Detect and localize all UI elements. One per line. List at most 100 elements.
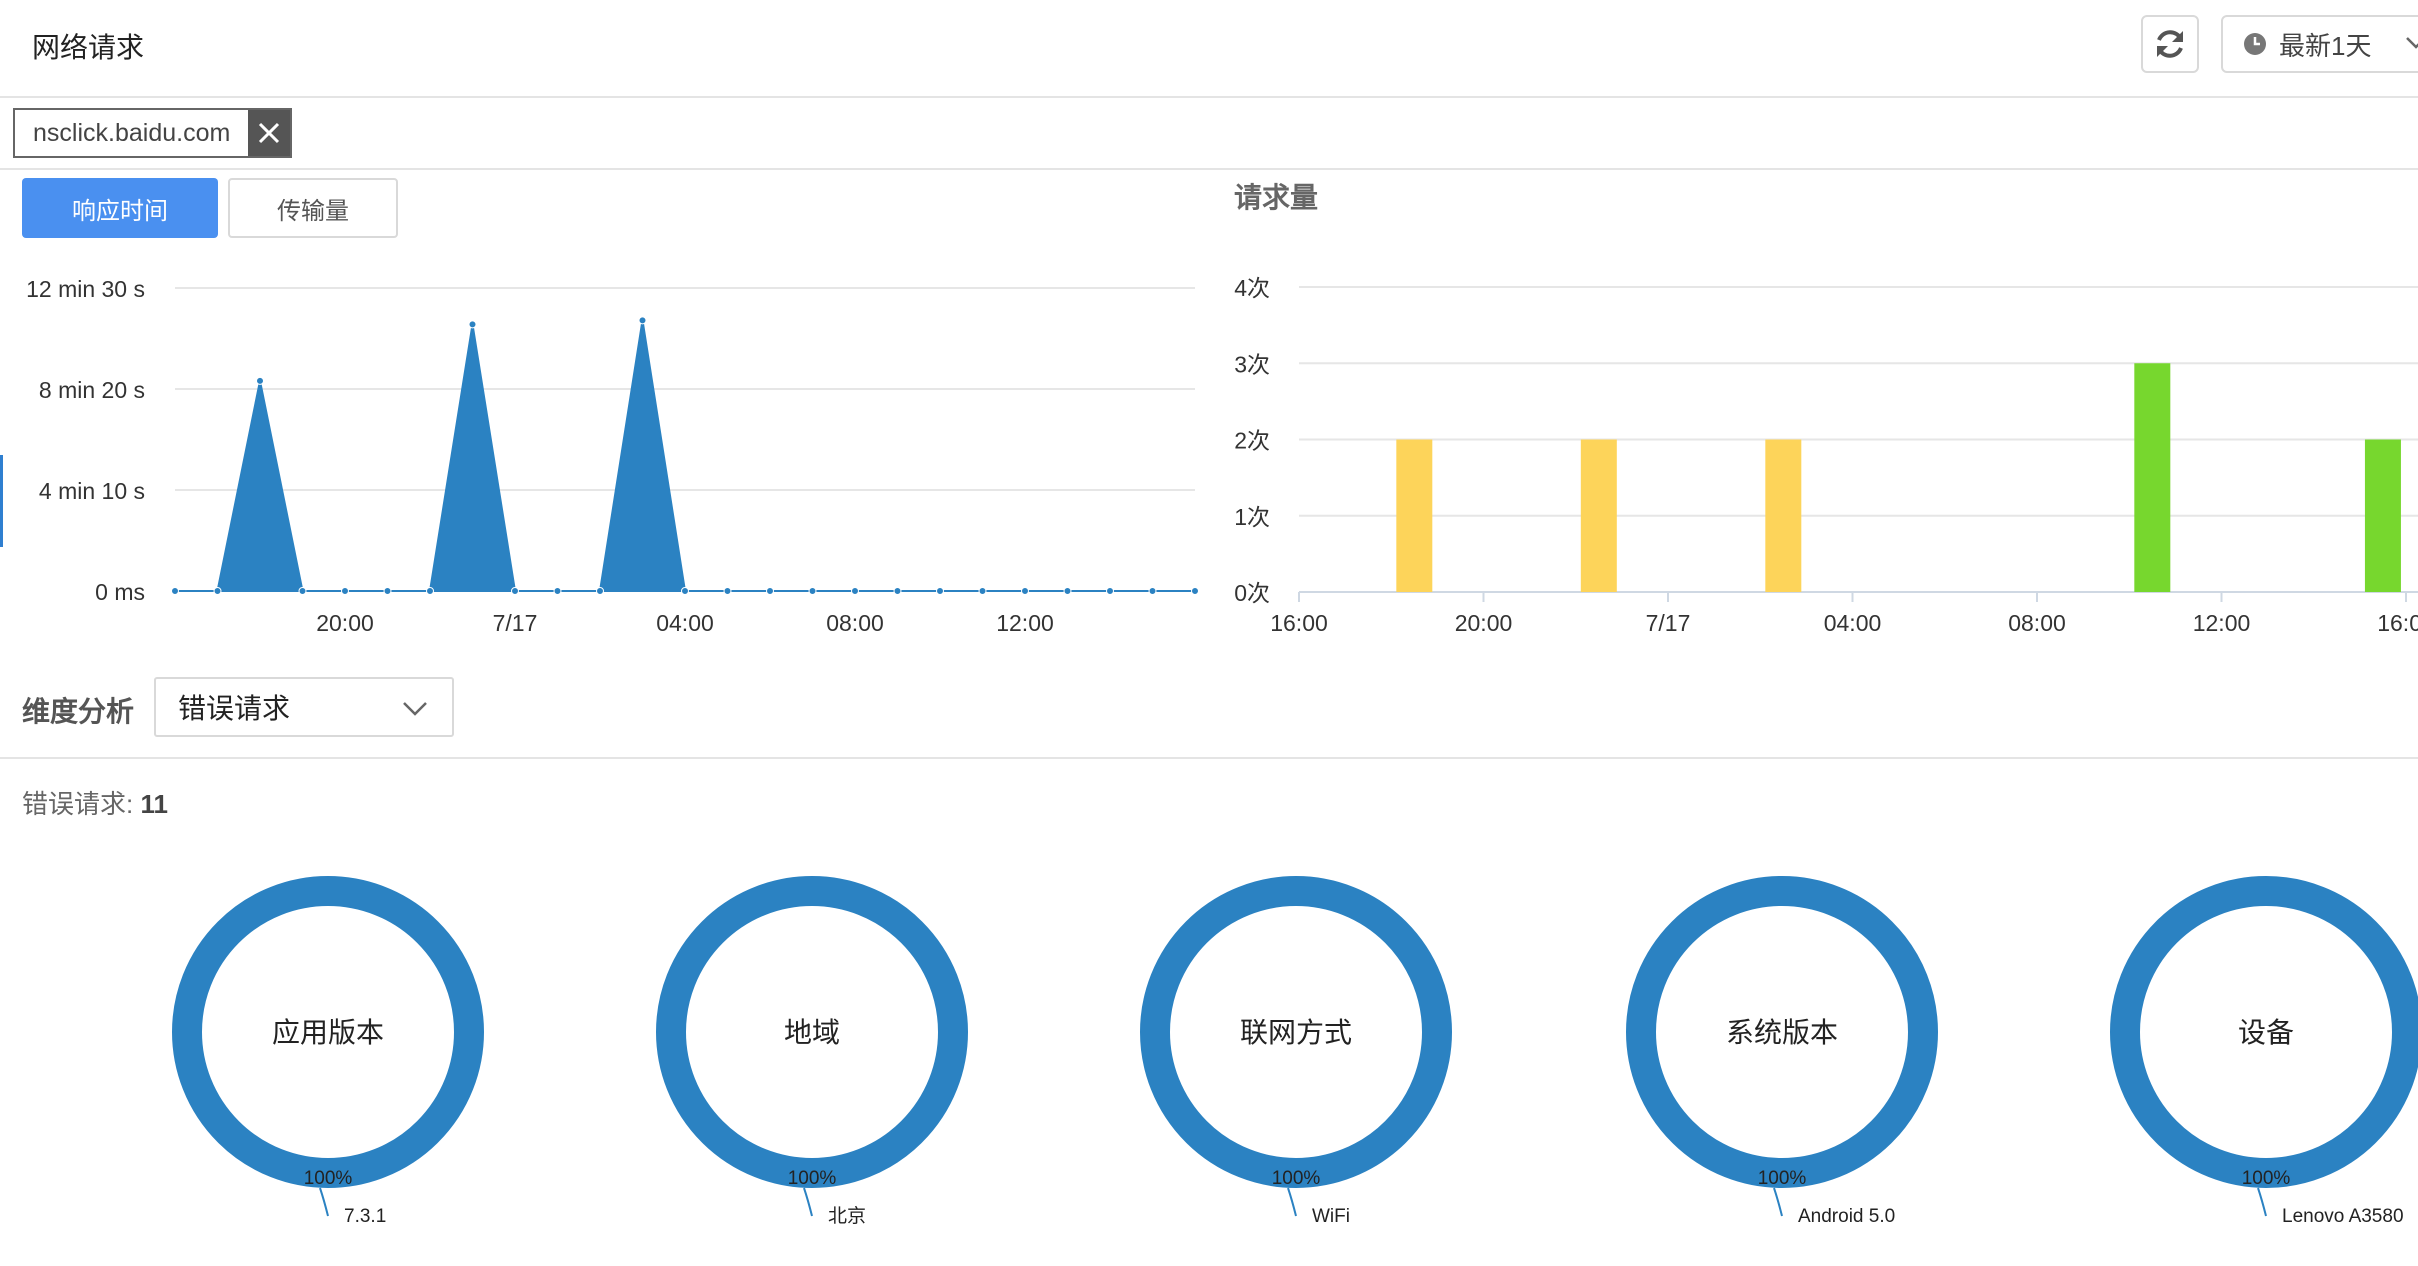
donut-percent-label: 100% <box>304 1168 353 1189</box>
data-point <box>256 376 264 385</box>
y-tick-label: 8 min 20 s <box>39 377 145 403</box>
data-point <box>766 587 774 595</box>
bar <box>1765 439 1802 592</box>
y-tick-label: 2次 <box>1234 428 1270 454</box>
donut-slice-name: Lenovo A3580 <box>2282 1206 2404 1227</box>
label-leader-line <box>2257 1187 2267 1217</box>
donut-slice-name: 7.3.1 <box>344 1206 386 1227</box>
dimension-label: 维度分析 <box>22 696 135 727</box>
dimension-select-value: 错误请求 <box>178 693 291 724</box>
data-point <box>723 587 732 595</box>
x-tick-label: 16:00 <box>1270 610 1328 636</box>
data-point <box>341 587 349 595</box>
tab-response-time[interactable]: 响应时间 <box>22 178 218 238</box>
donut-title: 应用版本 <box>272 1017 384 1048</box>
y-tick-label: 1次 <box>1234 504 1270 530</box>
x-tick-label: 04:00 <box>1824 610 1882 636</box>
data-point <box>1148 587 1157 595</box>
chevron-down-icon <box>2405 36 2418 50</box>
data-point <box>171 587 179 595</box>
donut-title: 系统版本 <box>1726 1017 1838 1048</box>
data-point <box>681 587 689 595</box>
filter-tag-label: nsclick.baidu.com <box>15 110 249 156</box>
time-range-select[interactable]: 最新1天 <box>2221 15 2418 73</box>
data-point <box>978 587 987 595</box>
donut-slice-name: WiFi <box>1312 1206 1350 1227</box>
data-point <box>383 587 392 595</box>
data-point <box>1063 587 1072 595</box>
bar <box>2134 363 2171 592</box>
data-point <box>1191 587 1199 595</box>
donut-percent-label: 100% <box>788 1168 837 1189</box>
page-header: 网络请求 最新1天 <box>0 0 2418 98</box>
clock-icon <box>2243 32 2267 56</box>
data-point <box>596 587 604 595</box>
donut-chart: 地域 100% 北京 <box>656 876 968 1227</box>
data-point <box>936 587 944 595</box>
data-point <box>808 587 817 595</box>
tab-transfer-volume[interactable]: 传输量 <box>228 178 398 238</box>
data-point <box>638 316 647 325</box>
x-tick-label: 08:00 <box>2008 610 2066 636</box>
filter-bar: nsclick.baidu.com <box>0 98 2418 170</box>
filter-tag-remove-button[interactable] <box>248 110 291 156</box>
y-tick-label: 0 ms <box>95 579 145 605</box>
refresh-button[interactable] <box>2141 15 2199 73</box>
error-summary-label: 错误请求: <box>22 789 134 819</box>
dimension-select[interactable]: 错误请求 <box>154 677 454 737</box>
donut-chart: 联网方式 100% WiFi <box>1140 876 1452 1227</box>
error-summary: 错误请求: 11 <box>22 784 168 821</box>
x-tick-label: 7/17 <box>493 610 538 636</box>
donut-chart: 设备 100% Lenovo A3580 <box>2110 876 2418 1227</box>
data-point <box>468 320 477 329</box>
request-count-title: 请求量 <box>1234 182 1319 213</box>
y-tick-label: 4 min 10 s <box>39 478 145 504</box>
x-tick-label: 20:00 <box>316 610 374 636</box>
refresh-icon <box>2157 30 2183 58</box>
y-tick-label: 3次 <box>1234 351 1270 377</box>
donut-percent-label: 100% <box>2242 1168 2291 1189</box>
y-tick-label: 0次 <box>1234 580 1270 606</box>
chevron-down-icon <box>402 701 428 717</box>
donut-title: 地域 <box>784 1017 840 1048</box>
donut-percent-label: 100% <box>1272 1168 1321 1189</box>
label-leader-line <box>1287 1187 1297 1217</box>
request-count-chart: 0次 1次 2次 3次 4次 16:00 20:00 7/17 04:00 08:00 12:00 1… <box>1234 275 2418 636</box>
bar <box>2364 439 2401 592</box>
page-title: 网络请求 <box>32 32 145 63</box>
x-tick-label: 16:00 <box>2377 610 2418 636</box>
data-point <box>1106 587 1114 595</box>
donut-slice-name: 北京 <box>828 1205 866 1227</box>
x-tick-label: 7/17 <box>1646 610 1691 636</box>
x-tick-label: 08:00 <box>826 610 884 636</box>
data-point <box>851 587 859 595</box>
donut-title: 联网方式 <box>1240 1017 1352 1048</box>
x-tick-label: 12:00 <box>2193 610 2251 636</box>
y-tick-label: 4次 <box>1234 275 1270 301</box>
time-range-value: 最新1天 <box>2279 30 2372 61</box>
y-tick-label: 12 min 30 s <box>26 276 145 302</box>
response-time-chart: 0 ms 4 min 10 s 8 min 20 s 12 min 30 s 20:00… <box>26 276 1199 636</box>
label-leader-line <box>1773 1187 1783 1217</box>
data-point <box>426 587 434 595</box>
data-point <box>298 587 307 595</box>
filter-tag: nsclick.baidu.com <box>13 108 293 158</box>
data-point <box>1021 587 1029 595</box>
x-tick-label: 04:00 <box>656 610 714 636</box>
data-point <box>553 587 562 595</box>
data-point <box>511 587 519 595</box>
x-tick-label: 12:00 <box>996 610 1054 636</box>
donut-chart: 应用版本 100% 7.3.1 <box>172 876 484 1227</box>
donut-percent-label: 100% <box>1758 1168 1807 1189</box>
data-point <box>893 587 902 595</box>
error-summary-count: 11 <box>140 789 168 819</box>
donut-slice-name: Android 5.0 <box>1798 1206 1895 1227</box>
area-series <box>175 320 1195 592</box>
donut-title: 设备 <box>2238 1017 2294 1048</box>
bar <box>1580 439 1617 592</box>
bar <box>1396 439 1433 592</box>
donut-chart: 系统版本 100% Android 5.0 <box>1626 876 1938 1227</box>
section-divider <box>0 757 2418 759</box>
close-icon <box>259 122 280 144</box>
x-tick-label: 20:00 <box>1455 610 1513 636</box>
